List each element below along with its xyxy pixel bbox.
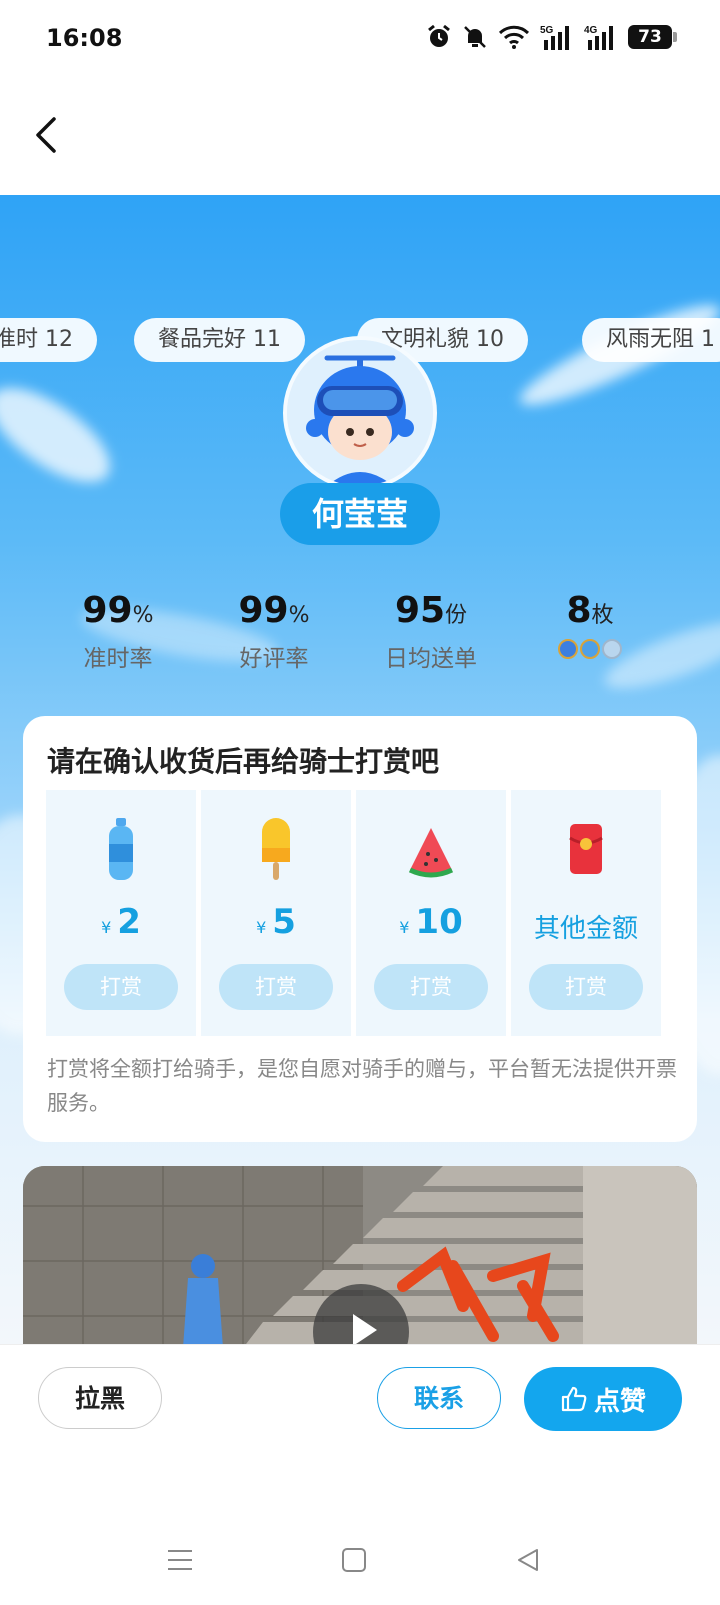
rating-tag: 餐品完好 11 bbox=[134, 318, 305, 362]
rider-mascot-icon bbox=[287, 340, 433, 486]
mute-icon bbox=[464, 26, 486, 48]
menu-icon bbox=[168, 1550, 192, 1570]
tip-card: 请在确认收货后再给骑士打赏吧 ¥2 打赏 ¥5 打赏 ¥ 10 打赏 其他金额 … bbox=[23, 716, 697, 1142]
stat-ontime: 99% 准时率 bbox=[38, 590, 198, 673]
stat-label: 日均送单 bbox=[385, 646, 477, 672]
tip-title: 请在确认收货后再给骑士打赏吧 bbox=[47, 745, 440, 778]
popsicle-icon bbox=[201, 818, 351, 884]
status-bar: 16:08 5G 4G 73 bbox=[0, 0, 720, 80]
header bbox=[0, 80, 720, 195]
tip-button[interactable]: 打赏 bbox=[529, 964, 643, 1010]
tip-amount: ¥10 bbox=[399, 902, 463, 942]
stat-unit: % bbox=[288, 603, 310, 628]
tip-amount: 其他金额 bbox=[533, 914, 638, 944]
status-icons: 5G 4G 73 bbox=[426, 24, 677, 50]
medal-icon bbox=[602, 639, 622, 659]
tip-button[interactable]: 打赏 bbox=[64, 964, 178, 1010]
stat-value: 99 bbox=[238, 590, 289, 631]
nav-menu-button[interactable] bbox=[150, 1530, 210, 1590]
nav-home-button[interactable] bbox=[324, 1530, 384, 1590]
svg-text:5G: 5G bbox=[540, 25, 554, 36]
back-chevron-icon bbox=[36, 117, 56, 153]
tip-amount: ¥5 bbox=[256, 902, 296, 942]
tip-option-2[interactable]: ¥2 打赏 bbox=[46, 790, 196, 1036]
like-label: 点赞 bbox=[593, 1386, 646, 1417]
stat-daily-orders: 95份 日均送单 bbox=[351, 590, 511, 673]
tip-options: ¥2 打赏 ¥5 打赏 ¥10 打赏 其他金额 打赏 bbox=[46, 790, 674, 1036]
stat-unit: 枚 bbox=[591, 603, 614, 628]
tip-option-other[interactable]: 其他金额 打赏 bbox=[511, 790, 661, 1036]
medal-badges bbox=[510, 639, 670, 659]
stat-rating: 99% 好评率 bbox=[194, 590, 354, 673]
thumbs-up-icon bbox=[561, 1386, 587, 1412]
medal-icon bbox=[558, 639, 578, 659]
stat-label: 准时率 bbox=[83, 646, 153, 672]
signal-4g-icon: 4G bbox=[584, 25, 613, 50]
red-envelope-icon bbox=[511, 818, 661, 884]
medal-icon bbox=[580, 639, 600, 659]
watermelon-icon bbox=[356, 818, 506, 884]
stat-label: 好评率 bbox=[239, 646, 309, 672]
stat-unit: 份 bbox=[445, 603, 468, 628]
water-bottle-icon bbox=[46, 818, 196, 884]
system-nav-bar bbox=[0, 1530, 720, 1590]
stat-value: 99 bbox=[82, 590, 133, 631]
nav-back-button[interactable] bbox=[498, 1530, 558, 1590]
like-button[interactable]: 点赞 bbox=[524, 1367, 682, 1431]
stat-unit: % bbox=[132, 603, 154, 628]
stat-value: 95 bbox=[394, 590, 446, 631]
back-triangle-icon bbox=[518, 1549, 538, 1571]
tip-button[interactable]: 打赏 bbox=[374, 964, 488, 1010]
tip-button[interactable]: 打赏 bbox=[219, 964, 333, 1010]
stat-medals[interactable]: 8枚 bbox=[510, 590, 670, 659]
rider-avatar bbox=[283, 336, 437, 490]
rating-tag: 风雨无阻 1 bbox=[582, 318, 720, 362]
rider-stats: 99% 准时率 99% 好评率 95份 日均送单 8枚 bbox=[0, 590, 720, 680]
wifi-icon bbox=[498, 25, 530, 49]
back-button[interactable] bbox=[26, 110, 66, 160]
play-icon bbox=[353, 1314, 377, 1346]
contact-button[interactable]: 联系 bbox=[377, 1367, 501, 1429]
tip-amount: ¥2 bbox=[101, 902, 141, 942]
signal-5g-icon: 5G bbox=[540, 25, 569, 50]
battery-icon: 73 bbox=[628, 25, 677, 49]
rider-name: 何莹莹 bbox=[280, 483, 440, 545]
tip-option-10[interactable]: ¥10 打赏 bbox=[356, 790, 506, 1036]
rating-tag: 准时 12 bbox=[0, 318, 97, 362]
cloud-decoration bbox=[0, 370, 125, 500]
alarm-icon bbox=[428, 24, 450, 47]
tip-option-5[interactable]: ¥5 打赏 bbox=[201, 790, 351, 1036]
play-button[interactable] bbox=[313, 1284, 409, 1348]
video-card[interactable] bbox=[23, 1166, 697, 1348]
home-square-icon bbox=[342, 1548, 366, 1572]
tip-note: 打赏将全额打给骑手，是您自愿对骑手的赠与，平台暂无法提供开票服务。 bbox=[47, 1057, 677, 1115]
svg-text:4G: 4G bbox=[584, 25, 598, 36]
status-time: 16:08 bbox=[46, 24, 123, 52]
block-button[interactable]: 拉黑 bbox=[38, 1367, 162, 1429]
stat-value: 8 bbox=[566, 590, 592, 631]
